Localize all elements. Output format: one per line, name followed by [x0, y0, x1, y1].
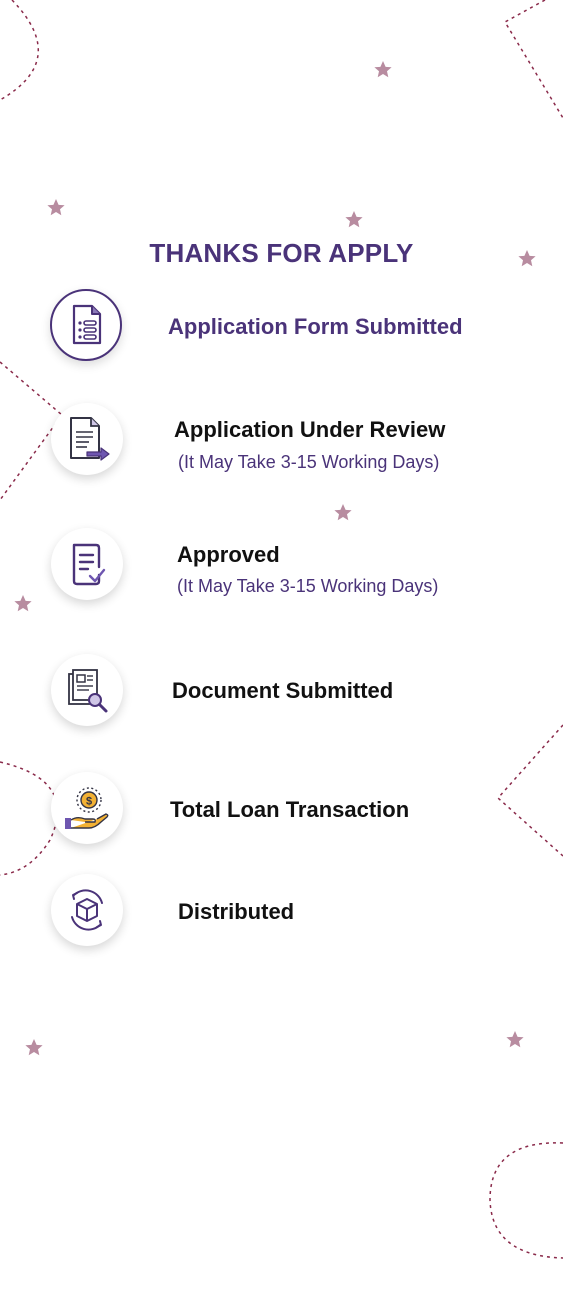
page-title: THANKS FOR APPLY: [149, 238, 414, 268]
step-3-label: Approved: [177, 542, 280, 567]
star-icon: [25, 1039, 43, 1056]
star-icon: [374, 61, 392, 78]
svg-text:$: $: [86, 796, 92, 808]
hand-coin-icon: $: [65, 787, 109, 829]
dashed-arc-left: [0, 761, 59, 876]
step-6-label: Distributed: [178, 899, 295, 924]
step-2-label: Application Under Review: [174, 417, 446, 442]
document-review-icon: [70, 417, 110, 461]
box-cycle-icon: [71, 889, 103, 931]
step-2-icon-circle: [51, 403, 123, 475]
step-4-label: Document Submitted: [172, 678, 394, 703]
dashed-arc-bottom-right: [489, 1142, 563, 1259]
document-list-icon: [72, 304, 102, 345]
dashed-corner-right: [496, 724, 563, 857]
step-3-subtext: (It May Take 3-15 Working Days): [177, 576, 439, 596]
step-5-icon-circle: $: [51, 772, 123, 844]
step-5-label: Total Loan Transaction: [170, 797, 410, 822]
step-3-icon-circle: [51, 528, 123, 600]
step-2-subtext: (It May Take 3-15 Working Days): [178, 452, 440, 472]
star-icon: [506, 1031, 524, 1048]
dashed-corner-top-right: [503, 0, 563, 119]
document-search-icon: [68, 669, 108, 713]
star-icon: [334, 504, 352, 521]
document-check-icon: [72, 543, 106, 586]
step-1-label: Application Form Submitted: [168, 314, 463, 339]
star-icon: [345, 211, 363, 228]
background-decoration: [0, 0, 563, 1259]
step-6-icon-circle: [51, 874, 123, 946]
step-4-icon-circle: [51, 654, 123, 726]
star-icon: [14, 595, 32, 612]
dashed-arc-top-left: [0, 0, 39, 101]
star-icon: [47, 199, 65, 216]
step-1-icon-circle: [50, 289, 122, 361]
